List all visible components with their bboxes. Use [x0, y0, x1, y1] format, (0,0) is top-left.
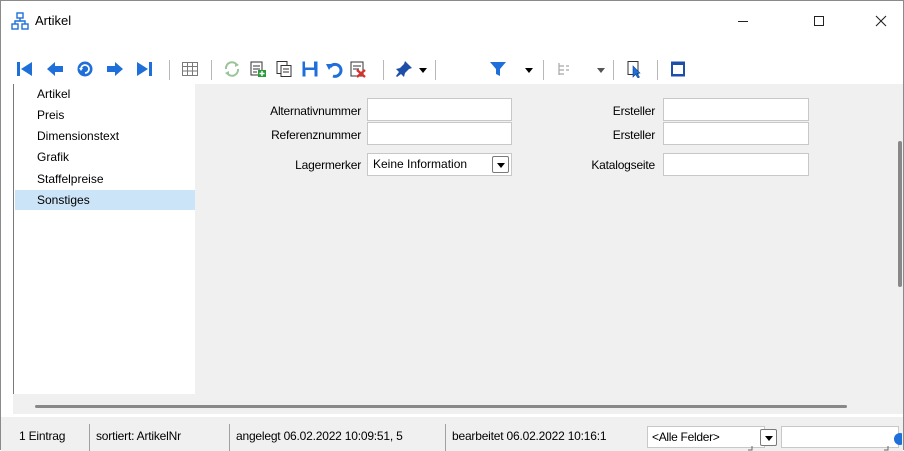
- field-filter-value: <Alle Felder>: [652, 430, 720, 444]
- pin-icon: [396, 61, 412, 77]
- tree-item-label: Artikel: [37, 87, 71, 101]
- copy-record-icon: [276, 61, 292, 77]
- prev-record-icon: [47, 62, 63, 76]
- lagermerker-select[interactable]: Keine Information: [367, 153, 512, 176]
- tree-button[interactable]: [553, 56, 575, 82]
- history-button[interactable]: [75, 56, 95, 82]
- alternativnummer-field[interactable]: [367, 98, 512, 121]
- first-record-button[interactable]: [15, 56, 35, 82]
- chevron-down-icon[interactable]: [597, 66, 605, 74]
- toolbar-separator: [657, 60, 658, 80]
- table-view-button[interactable]: [179, 56, 201, 82]
- toolbar-separator: [435, 60, 436, 80]
- close-icon: [875, 15, 887, 27]
- tree-item-label: Grafik: [37, 150, 70, 164]
- toolbar-separator: [613, 60, 614, 80]
- tree-item-label: Sonstiges: [37, 193, 90, 207]
- refresh-button[interactable]: [221, 56, 243, 82]
- tree-item-label: Dimensionstext: [37, 129, 120, 143]
- select-button[interactable]: [623, 56, 645, 82]
- tree-icon: [558, 63, 569, 75]
- chevron-down-icon: [496, 162, 505, 168]
- lagermerker-dropdown-button[interactable]: [492, 156, 509, 173]
- prev-record-button[interactable]: [45, 56, 65, 82]
- copy-record-button[interactable]: [273, 56, 295, 82]
- resize-grip-icon: [884, 446, 889, 451]
- tree-item-label: Preis: [37, 108, 65, 122]
- delete-button[interactable]: [347, 56, 369, 82]
- tree-item-dimensionstext[interactable]: Dimensionstext: [15, 126, 195, 146]
- close-button[interactable]: [858, 1, 904, 41]
- toolbar-separator: [169, 60, 170, 80]
- sort-status: sortiert: ArtikelNr: [89, 424, 227, 451]
- table-view-icon: [182, 62, 198, 76]
- new-record-button[interactable]: [247, 56, 269, 82]
- next-record-button[interactable]: [105, 56, 125, 82]
- undo-icon: [326, 62, 343, 78]
- filter-icon: [490, 62, 506, 76]
- record-count: 1 Eintrag: [19, 429, 66, 443]
- created-status: angelegt 06.02.2022 10:09:51, 5: [229, 424, 443, 451]
- tree-item-staffelpreise[interactable]: Staffelpreise: [15, 169, 195, 189]
- window-button[interactable]: [667, 56, 689, 82]
- lagermerker-label: Lagermerker: [295, 158, 361, 172]
- first-record-icon: [17, 62, 32, 76]
- search-field[interactable]: [781, 426, 899, 448]
- ersteller-field-2[interactable]: [663, 122, 809, 145]
- chevron-down-icon[interactable]: [525, 66, 533, 74]
- vertical-scrollbar-thumb[interactable]: [898, 141, 902, 287]
- chevron-down-icon[interactable]: [419, 66, 427, 74]
- title-bar[interactable]: Artikel: [1, 1, 903, 41]
- globe-icon[interactable]: [892, 433, 902, 445]
- new-record-icon: [250, 61, 266, 77]
- hierarchy-icon: [11, 12, 29, 30]
- horizontal-scrollbar-thumb[interactable]: [35, 405, 847, 408]
- chevron-down-icon: [764, 435, 773, 441]
- next-record-icon: [107, 62, 123, 76]
- form-panel: Alternativnummer Referenznummer Lagermer…: [195, 84, 891, 394]
- last-record-button[interactable]: [133, 56, 155, 82]
- toolbar-separator: [211, 60, 212, 80]
- delete-icon: [350, 61, 366, 78]
- app-window: Artikel Artikel Preis Dimensionstext Gra…: [0, 0, 904, 451]
- maximize-button[interactable]: [796, 1, 842, 41]
- horizontal-scrollbar[interactable]: [13, 394, 903, 414]
- referenznummer-label: Referenznummer: [271, 128, 361, 142]
- ersteller-field[interactable]: [663, 98, 809, 121]
- referenznummer-field[interactable]: [367, 122, 512, 145]
- tree-item-sonstiges[interactable]: Sonstiges: [15, 190, 195, 210]
- ersteller-label-2: Ersteller: [612, 128, 655, 142]
- tree-item-label: Staffelpreise: [37, 172, 104, 186]
- katalogseite-field[interactable]: [663, 153, 809, 176]
- minimize-button[interactable]: [720, 1, 766, 41]
- tree-item-artikel[interactable]: Artikel: [15, 84, 195, 104]
- minimize-icon: [738, 21, 748, 22]
- toolbar-separator: [383, 60, 384, 80]
- tree-item-preis[interactable]: Preis: [15, 105, 195, 125]
- ersteller-label: Ersteller: [612, 104, 655, 118]
- window-title: Artikel: [35, 13, 72, 28]
- pin-button[interactable]: [393, 56, 415, 82]
- lagermerker-value: Keine Information: [373, 157, 468, 171]
- select-icon: [627, 61, 641, 78]
- save-icon: [302, 61, 318, 77]
- undo-button[interactable]: [323, 56, 345, 82]
- toolbar-separator: [543, 60, 544, 80]
- refresh-icon: [224, 61, 240, 77]
- maximize-icon: [814, 16, 824, 26]
- alternativnummer-label: Alternativnummer: [270, 104, 361, 118]
- last-record-icon: [137, 62, 152, 76]
- toolbar: [1, 56, 903, 84]
- resize-grip-icon: [748, 446, 753, 451]
- window-icon: [671, 61, 685, 77]
- tree-item-grafik[interactable]: Grafik: [15, 147, 195, 167]
- status-bar: 1 Eintrag sortiert: ArtikelNr angelegt 0…: [1, 417, 903, 451]
- save-button[interactable]: [299, 56, 321, 82]
- edited-status: bearbeitet 06.02.2022 10:16:1: [445, 424, 647, 451]
- filter-button[interactable]: [487, 56, 509, 82]
- field-filter-dropdown-button[interactable]: [760, 429, 777, 446]
- katalogseite-label: Katalogseite: [591, 158, 655, 172]
- history-icon: [77, 61, 93, 77]
- section-tree: Artikel Preis Dimensionstext Grafik Staf…: [13, 84, 195, 394]
